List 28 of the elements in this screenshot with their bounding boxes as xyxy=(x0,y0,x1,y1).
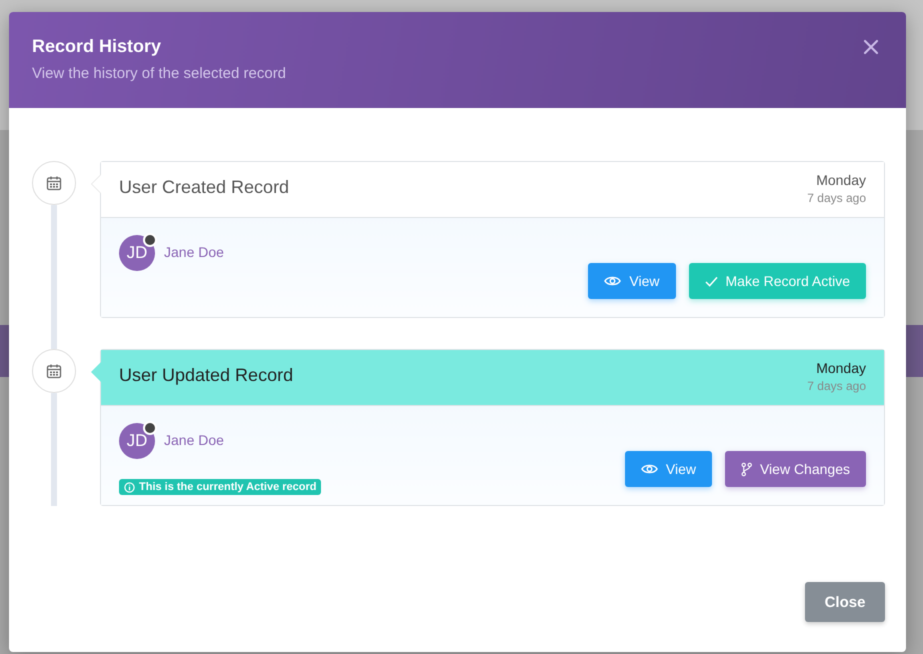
checkmark-icon xyxy=(704,276,718,286)
branch-icon xyxy=(740,462,752,476)
view-button[interactable]: View xyxy=(624,451,712,487)
status-dot-icon xyxy=(143,421,157,435)
modal-subtitle: View the history of the selected record xyxy=(32,65,286,82)
close-icon[interactable] xyxy=(863,39,879,55)
close-button[interactable]: Close xyxy=(805,582,885,622)
view-changes-button[interactable]: View Changes xyxy=(724,451,866,487)
user-name[interactable]: Jane Doe xyxy=(164,432,224,448)
modal-title: Record History xyxy=(32,36,162,57)
view-button[interactable]: View xyxy=(588,263,676,299)
event-time-ago: 7 days ago xyxy=(807,379,866,393)
calendar-icon xyxy=(46,175,62,191)
event-title: User Updated Record xyxy=(119,365,294,387)
status-dot-icon xyxy=(143,233,157,247)
event-day: Monday xyxy=(816,172,866,188)
active-record-badge: This is the currently Active record xyxy=(119,479,322,495)
event-day: Monday xyxy=(816,360,866,376)
info-icon xyxy=(124,482,135,492)
make-active-button[interactable]: Make Record Active xyxy=(688,263,866,299)
eye-icon xyxy=(604,275,622,287)
calendar-icon xyxy=(46,363,62,379)
user-avatar: JD xyxy=(119,423,155,459)
event-title: User Created Record xyxy=(119,177,290,199)
user-avatar: JD xyxy=(119,235,155,271)
eye-icon xyxy=(640,463,658,475)
event-time-ago: 7 days ago xyxy=(807,191,866,205)
user-name[interactable]: Jane Doe xyxy=(164,244,224,260)
